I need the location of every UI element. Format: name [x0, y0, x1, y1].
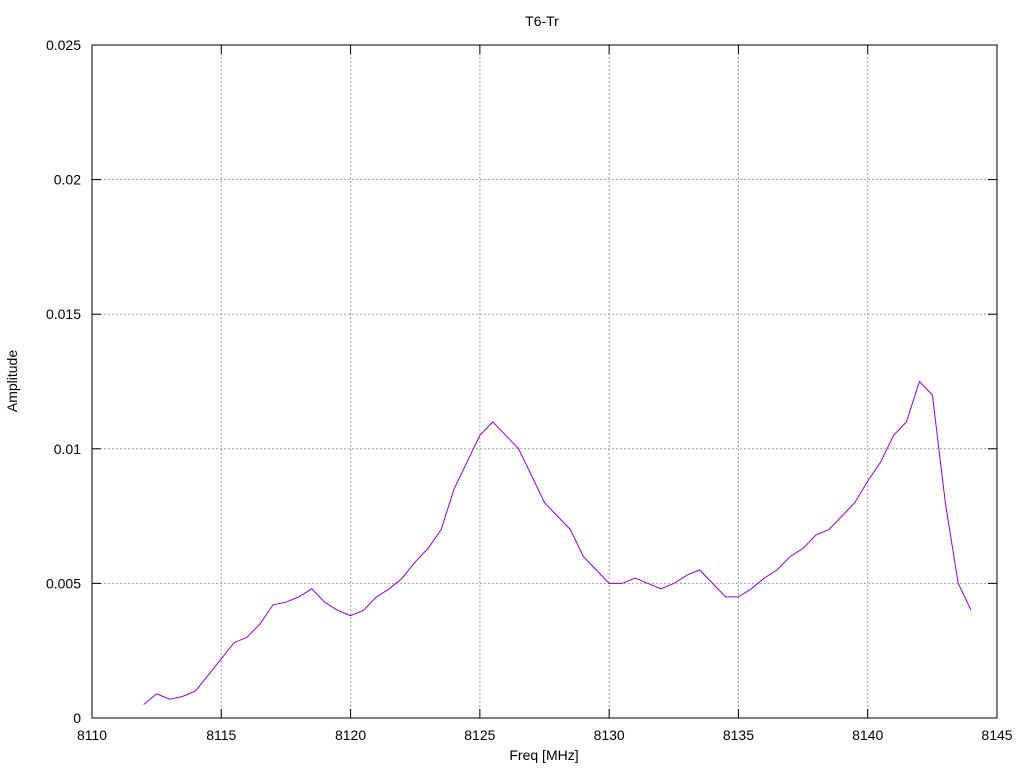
- plot-border: [91, 44, 998, 719]
- amplitude-chart: T6-Tr 8110 8115 8120 8125 8130 8135 8140 8145 0…: [4, 13, 1013, 763]
- axis-ticks: [91, 44, 998, 719]
- y-tick-label: 0.015: [46, 306, 81, 322]
- y-axis-title: Amplitude: [4, 350, 20, 412]
- x-tick-label: 8140: [852, 727, 883, 743]
- y-tick-label: 0.01: [54, 441, 81, 457]
- x-tick-label: 8110: [77, 727, 107, 743]
- y-tick-label: 0.02: [54, 172, 81, 188]
- chart-title: T6-Tr: [525, 13, 559, 29]
- y-tick-label: 0.005: [46, 575, 81, 591]
- y-tick-label: 0: [73, 710, 81, 726]
- x-tick-labels: 8110 8115 8120 8125 8130 8135 8140 8145: [77, 727, 1013, 743]
- x-tick-label: 8120: [335, 727, 366, 743]
- x-tick-label: 8130: [594, 727, 625, 743]
- plot-area: [143, 380, 972, 705]
- x-tick-label: 8145: [981, 727, 1012, 743]
- series-line: [143, 380, 972, 705]
- grid: [92, 45, 997, 718]
- y-tick-labels: 0 0.005 0.01 0.015 0.02 0.025: [46, 37, 81, 726]
- x-tick-label: 8135: [723, 727, 754, 743]
- x-tick-label: 8115: [206, 727, 236, 743]
- x-tick-label: 8125: [464, 727, 495, 743]
- y-tick-label: 0.025: [46, 37, 81, 53]
- x-axis-title: Freq [MHz]: [509, 747, 578, 763]
